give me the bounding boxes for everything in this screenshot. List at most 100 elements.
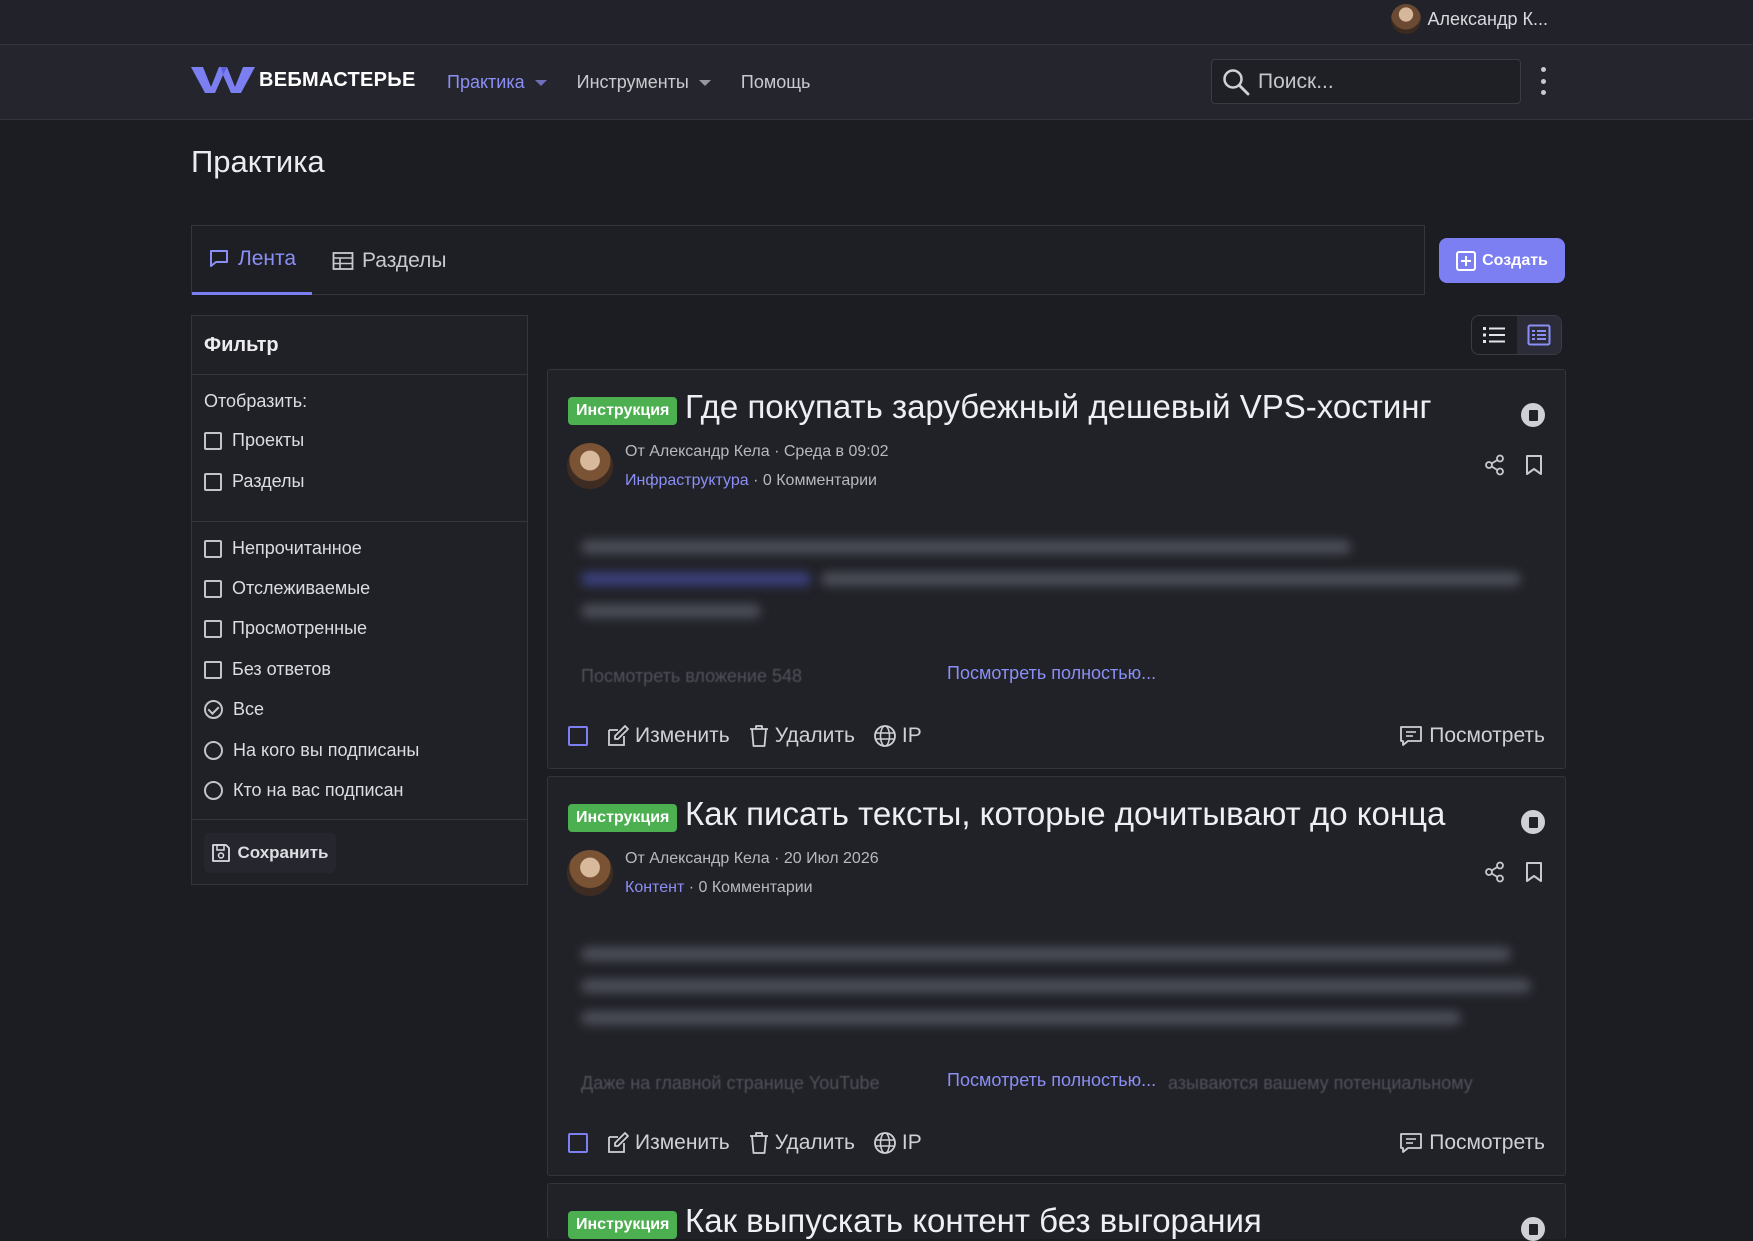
- nav-item-label: Практика: [447, 72, 525, 92]
- edit-button[interactable]: Изменить: [606, 1131, 730, 1155]
- filter-option-label: Кто на вас подписан: [233, 780, 404, 800]
- list-view-button[interactable]: [1472, 316, 1517, 354]
- checkbox[interactable]: [204, 431, 222, 450]
- post-badge: Инструкция: [568, 804, 678, 832]
- user-name: Александр К...: [1427, 8, 1548, 29]
- filter-option-label: Проекты: [232, 430, 305, 450]
- brand-logo[interactable]: ВЕБМАСТЕРЬЕ: [191, 65, 416, 95]
- filter-save-button[interactable]: Сохранить: [204, 833, 336, 873]
- share-icon[interactable]: [1484, 861, 1506, 883]
- comment-icon: [1400, 1133, 1423, 1153]
- card-list-icon: [1527, 324, 1551, 346]
- page-title: Практика: [191, 144, 325, 179]
- plus-square-icon: [1456, 250, 1477, 271]
- post-card: Инструкция Как писать тексты, которые до…: [547, 776, 1566, 1176]
- post-comments: 0 Комментарии: [698, 879, 813, 896]
- share-icon[interactable]: [1484, 454, 1506, 476]
- nav-item-help[interactable]: Помощь: [741, 72, 811, 93]
- select-checkbox[interactable]: [568, 726, 588, 746]
- filter-radio-following[interactable]: На кого вы подписаны: [204, 740, 419, 761]
- view-post-button[interactable]: Посмотреть: [1399, 724, 1545, 748]
- filter-option-no-replies[interactable]: Без ответов: [204, 659, 331, 680]
- delete-label: Удалить: [774, 1131, 855, 1154]
- checkbox[interactable]: [204, 660, 222, 679]
- filter-option-watched[interactable]: Отслеживаемые: [204, 578, 370, 599]
- post-faded-text: Посмотреть вложение 548: [581, 666, 802, 686]
- save-icon: [212, 844, 231, 862]
- filter-option-label: Разделы: [232, 471, 305, 491]
- ip-button[interactable]: IP: [873, 724, 922, 748]
- post-title[interactable]: Где покупать зарубежный дешевый VPS-хост…: [685, 388, 1432, 426]
- brand-name: ВЕБМАСТЕРЬЕ: [259, 68, 416, 91]
- delete-button[interactable]: Удалить: [748, 724, 855, 748]
- main-navbar: ВЕБМАСТЕРЬЕ Практика Инструменты Помощь: [0, 45, 1753, 120]
- select-checkbox[interactable]: [568, 1133, 588, 1153]
- filter-option-sections[interactable]: Разделы: [204, 471, 304, 492]
- ip-label: IP: [901, 1131, 922, 1154]
- radio[interactable]: [204, 741, 223, 760]
- checkbox[interactable]: [204, 472, 222, 491]
- post-meta-category: Инфраструктура · 0 Комментарии: [625, 472, 877, 489]
- filter-option-projects[interactable]: Проекты: [204, 430, 304, 451]
- card-view-button[interactable]: [1516, 316, 1561, 354]
- nav-item-tools[interactable]: Инструменты: [577, 72, 711, 93]
- edit-button[interactable]: Изменить: [606, 724, 730, 748]
- filter-option-label: Без ответов: [232, 659, 331, 679]
- search-icon: [1223, 68, 1250, 95]
- post-category[interactable]: Инфраструктура: [625, 472, 749, 489]
- post-author[interactable]: От Александр Кела: [625, 850, 770, 867]
- filter-option-label: На кого вы подписаны: [233, 740, 420, 760]
- more-menu-icon[interactable]: [1538, 67, 1548, 95]
- tab-feed[interactable]: Лента: [192, 226, 312, 295]
- comment-icon: [1400, 726, 1423, 746]
- view-post-button[interactable]: Посмотреть: [1399, 1131, 1545, 1155]
- author-avatar[interactable]: [567, 850, 613, 896]
- checkbox[interactable]: [204, 579, 222, 598]
- checkbox[interactable]: [204, 619, 222, 638]
- radio-checked-icon[interactable]: [204, 700, 223, 719]
- divider: [192, 521, 527, 522]
- read-more-link[interactable]: Посмотреть полностью...: [947, 1070, 1156, 1091]
- filter-radio-followers[interactable]: Кто на вас подписан: [204, 780, 403, 801]
- bookmark-icon[interactable]: [1525, 861, 1543, 883]
- edit-icon: [608, 1132, 629, 1153]
- post-card: Инструкция Как выпускать контент без выг…: [547, 1183, 1566, 1241]
- read-more-link[interactable]: Посмотреть полностью...: [947, 663, 1156, 684]
- create-button[interactable]: Создать: [1439, 238, 1565, 283]
- filter-option-unread[interactable]: Непрочитанное: [204, 538, 362, 559]
- delete-button[interactable]: Удалить: [748, 1131, 855, 1155]
- search-input[interactable]: [1256, 68, 1500, 95]
- globe-icon: [874, 1132, 896, 1154]
- post-comments: 0 Комментарии: [762, 472, 877, 489]
- post-author[interactable]: От Александр Кела: [625, 443, 770, 460]
- author-avatar[interactable]: [567, 443, 613, 489]
- post-badge: Инструкция: [568, 1211, 678, 1239]
- bookmark-icon[interactable]: [1525, 454, 1543, 476]
- post-date: Среда в 09:02: [783, 443, 889, 460]
- post-date: 20 Июл 2026: [783, 850, 879, 867]
- edit-icon: [608, 725, 629, 746]
- ip-button[interactable]: IP: [873, 1131, 922, 1155]
- nav-item-label: Инструменты: [576, 72, 689, 92]
- post-meta-author: От Александр Кела · Среда в 09:02: [625, 443, 889, 460]
- filter-radio-all[interactable]: Все: [204, 699, 264, 720]
- chevron-down-icon: [534, 79, 547, 86]
- user-menu[interactable]: Александр К...: [1391, 4, 1548, 34]
- post-title[interactable]: Как выпускать контент без выгорания: [685, 1202, 1262, 1240]
- view-toggle: [1471, 315, 1562, 355]
- nav-item-label: Помощь: [740, 72, 811, 92]
- save-button-label: Сохранить: [237, 843, 329, 862]
- nav-item-practice[interactable]: Практика: [447, 72, 547, 93]
- edit-label: Изменить: [635, 1131, 730, 1154]
- filter-show-label: Отобразить:: [204, 391, 308, 411]
- post-title[interactable]: Как писать тексты, которые дочитывают до…: [685, 795, 1445, 833]
- filter-option-label: Отслеживаемые: [232, 578, 371, 598]
- checkbox[interactable]: [204, 539, 222, 558]
- radio[interactable]: [204, 781, 223, 800]
- filter-option-viewed[interactable]: Просмотренные: [204, 618, 367, 639]
- post-category[interactable]: Контент: [625, 879, 684, 896]
- search-box[interactable]: [1211, 59, 1521, 104]
- tab-label: Разделы: [362, 248, 447, 272]
- tab-sections[interactable]: Разделы: [332, 226, 447, 295]
- avatar: [1391, 4, 1422, 34]
